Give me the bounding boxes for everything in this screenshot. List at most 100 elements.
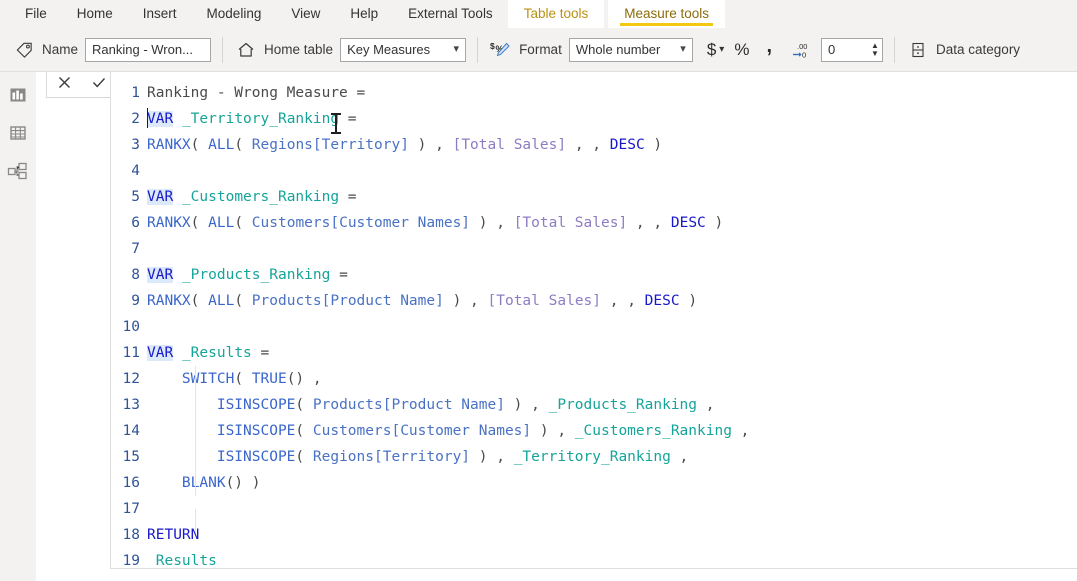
tab-insert[interactable]: Insert [128,0,192,28]
code-line[interactable]: 1 Ranking - Wrong Measure = [111,80,1077,106]
code-line[interactable]: 12 SWITCH( TRUE() , [111,366,1077,392]
name-group: Name [12,28,212,71]
code-token: _Products_Ranking [181,267,331,283]
code-line-text[interactable]: RANKX( ALL( Customers[Customer Names] ) … [147,210,723,236]
tab-external-tools[interactable]: External Tools [393,0,508,28]
cancel-button[interactable] [47,72,82,97]
measure-name-input[interactable] [85,37,212,62]
code-line[interactable]: 13 ISINSCOPE( Products[Product Name] ) ,… [111,392,1077,418]
code-token: = [251,345,270,361]
code-line-text[interactable]: ISINSCOPE( Customers[Customer Names] ) ,… [147,418,749,444]
code-line-text[interactable]: BLANK() ) [147,470,261,496]
divider [477,36,479,63]
code-line-text[interactable]: VAR _Territory_Ranking = [147,106,357,133]
tab-help[interactable]: Help [335,0,393,28]
code-line-text[interactable]: RETURN [147,522,199,548]
code-line-text[interactable]: RANKX( ALL( Regions[Territory] ) , [Tota… [147,132,662,158]
code-token: ) , [408,137,453,153]
code-token: _Territory_Ranking [513,449,671,465]
code-line[interactable]: 18 RETURN [111,522,1077,548]
line-number: 17 [122,501,140,517]
line-number: 1 [131,85,140,101]
format-value: Whole number [575,42,661,57]
line-number: 14 [122,423,140,439]
code-line[interactable]: 19 _Results [111,548,1077,568]
code-token: VAR [147,189,174,205]
code-token: ( [234,215,252,231]
decrease-decimals-button[interactable]: .00 0 [790,36,814,64]
sidebar-item-report[interactable] [2,80,34,114]
code-token: ( [190,215,209,231]
check-icon [91,75,107,95]
code-line[interactable]: 6 RANKX( ALL( Customers[Customer Names] )… [111,210,1077,236]
home-table-dropdown[interactable]: Key Measures ▾ [340,37,467,62]
code-line-text[interactable]: SWITCH( TRUE() , [147,366,322,392]
data-category-group[interactable]: Data category [906,28,1027,71]
code-line[interactable]: 9 RANKX( ALL( Products[Product Name] ) , … [111,288,1077,314]
code-line[interactable]: 16 BLANK() ) [111,470,1077,496]
decimal-places-stepper[interactable]: 0 ▲ ▼ [821,37,884,62]
code-line[interactable]: 5 VAR _Customers_Ranking = [111,184,1077,210]
code-line[interactable]: 7 [111,236,1077,262]
code-token: ) [705,215,724,231]
code-line[interactable]: 15 ISINSCOPE( Regions[Territory] ) , _Te… [111,444,1077,470]
line-number: 5 [131,189,140,205]
thousands-separator-button[interactable]: , [766,36,772,64]
tab-file[interactable]: File [10,0,62,28]
code-token: SWITCH [181,371,235,387]
tab-measure-tools[interactable]: Measure tools [608,0,726,28]
code-token: RANKX [147,293,191,309]
code-line[interactable]: 17 [111,496,1077,535]
code-line[interactable]: 3 RANKX( ALL( Regions[Territory] ) , [Tot… [111,132,1077,158]
code-token: ISINSCOPE [216,423,296,439]
code-token: , , [627,215,671,231]
tab-modeling[interactable]: Modeling [192,0,277,28]
code-token: ( [234,137,252,153]
code-line-text[interactable]: VAR _Products_Ranking = [147,262,348,288]
tab-table-tools[interactable]: Table tools [507,0,605,28]
code-token: [Total Sales] [452,137,567,153]
code-line[interactable]: 8 VAR _Products_Ranking = [111,262,1077,288]
sidebar-item-data[interactable] [2,118,34,152]
text-caret [147,108,148,128]
code-line-text[interactable]: ISINSCOPE( Regions[Territory] ) , _Terri… [147,444,688,470]
code-line[interactable]: 10 [111,314,1077,340]
code-line-text[interactable]: Ranking - Wrong Measure = [147,80,365,106]
sidebar-item-model[interactable] [2,156,34,190]
tab-strip-filler [725,0,1077,28]
code-line[interactable]: 2 VAR _Territory_Ranking = [111,106,1077,133]
tab-home[interactable]: Home [62,0,128,28]
decimal-places-value: 0 [828,42,836,57]
chevron-down-icon: ▾ [680,43,686,55]
code-line[interactable]: 4 [111,158,1077,184]
stepper-down-icon[interactable]: ▼ [871,49,879,58]
code-token: ) , [470,449,514,465]
indent-guide [195,418,196,444]
code-line-text[interactable]: ISINSCOPE( Products[Product Name] ) , _P… [147,392,714,418]
currency-format-button[interactable]: $ [707,36,716,64]
formula-commit-bar [46,72,117,98]
format-dropdown[interactable]: Whole number ▾ [568,37,693,62]
code-line-text[interactable]: VAR _Results = [147,340,269,366]
code-line-text[interactable]: RANKX( ALL( Products[Product Name] ) , [… [147,288,697,314]
indent-guide [195,470,196,496]
code-token: VAR [147,345,174,361]
home-icon [234,38,258,62]
tag-icon [12,38,36,62]
code-line[interactable]: 11 VAR _Results = [111,340,1077,366]
percent-format-button[interactable]: % [734,36,749,64]
dax-code[interactable]: 1 Ranking - Wrong Measure = 2 VAR _Territor… [111,80,1077,568]
indent-guide [195,392,196,418]
code-line[interactable]: 14 ISINSCOPE( Customers[Customer Names] … [111,418,1077,444]
data-category-label: Data category [936,42,1021,57]
currency-chevron-down-icon[interactable]: ▾ [719,44,724,55]
tab-view[interactable]: View [276,0,335,28]
code-token: Customers[Customer Names] [251,215,471,231]
report-view-icon [8,85,28,110]
code-line-text[interactable]: VAR _Customers_Ranking = [147,184,357,210]
dax-formula-editor[interactable]: 1 Ranking - Wrong Measure = 2 VAR _Territor… [110,72,1077,569]
code-token: _Products_Ranking [548,397,698,413]
code-line-text[interactable]: _Results [147,548,217,568]
stepper-arrows[interactable]: ▲ ▼ [868,39,882,61]
home-table-label: Home table [264,42,334,57]
